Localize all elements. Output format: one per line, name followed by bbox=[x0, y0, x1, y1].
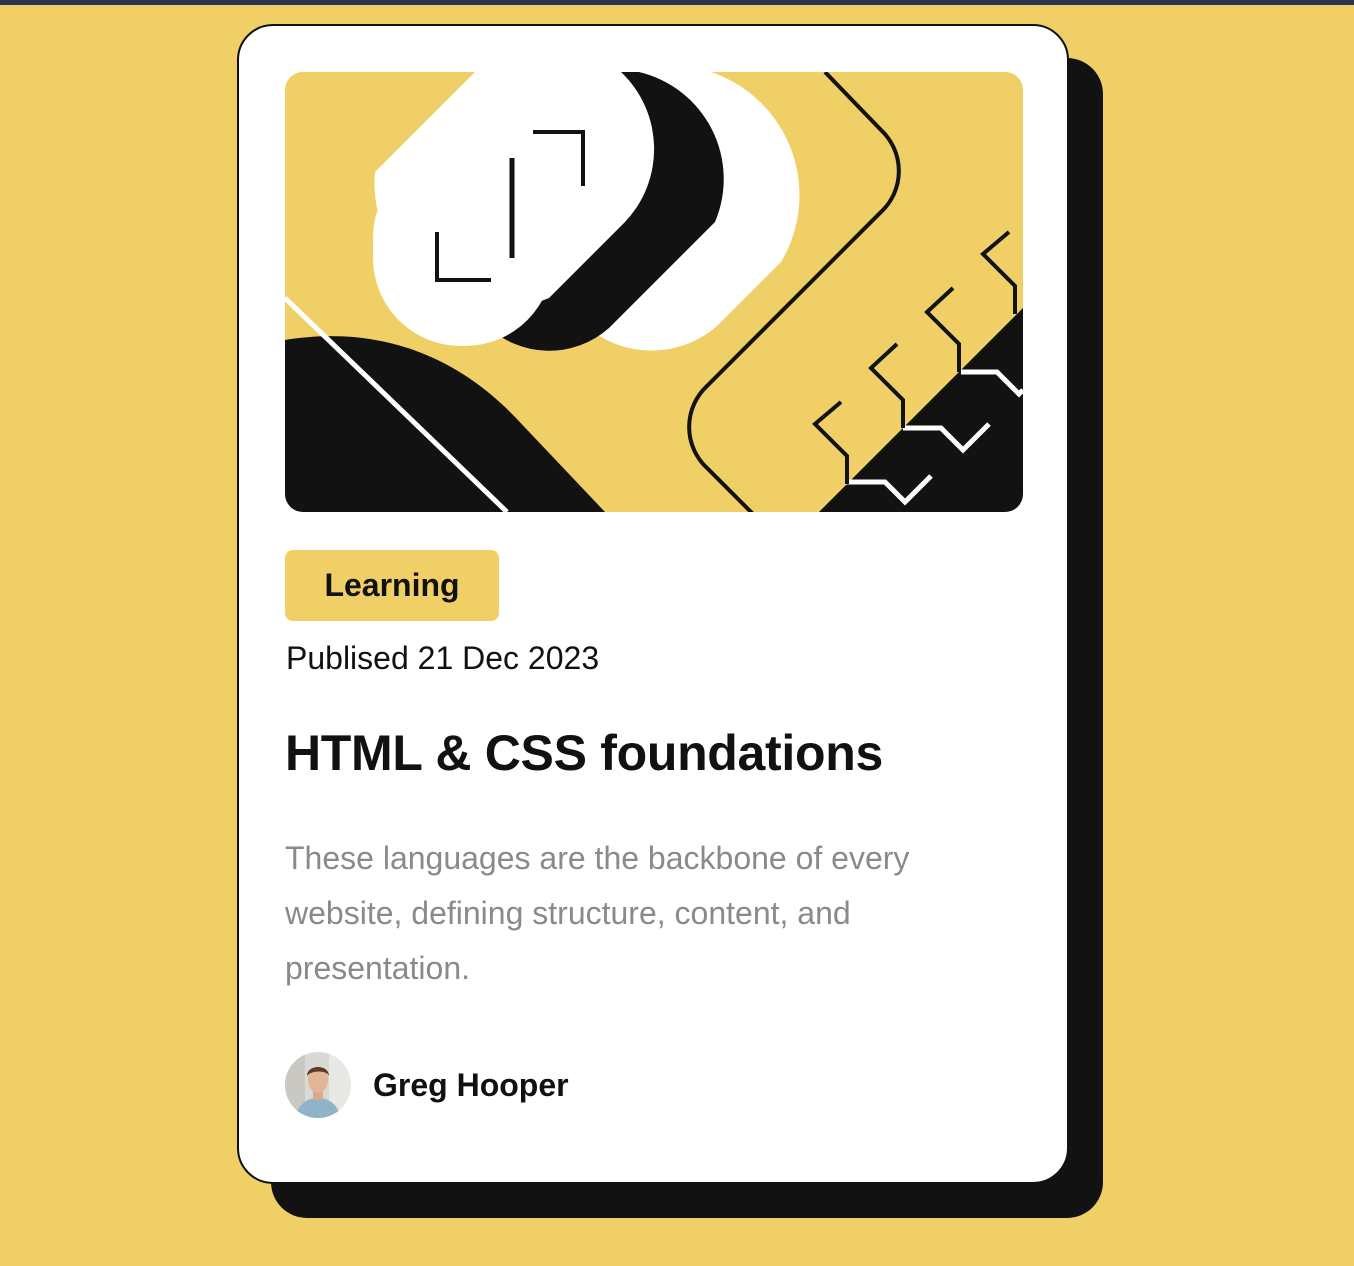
author: Greg Hooper bbox=[285, 1052, 569, 1118]
published-date: Publised 21 Dec 2023 bbox=[286, 640, 600, 676]
avatar bbox=[285, 1052, 351, 1118]
article-illustration bbox=[285, 72, 1023, 512]
author-name: Greg Hooper bbox=[373, 1066, 569, 1103]
article-title[interactable]: HTML & CSS foundations bbox=[285, 724, 883, 782]
article-description: These languages are the backbone of ever… bbox=[285, 840, 910, 986]
blog-preview-card: Learning Publised 21 Dec 2023 HTML & CSS… bbox=[237, 24, 1069, 1184]
browser-top-edge bbox=[0, 0, 1354, 5]
category-tag: Learning bbox=[285, 550, 499, 621]
